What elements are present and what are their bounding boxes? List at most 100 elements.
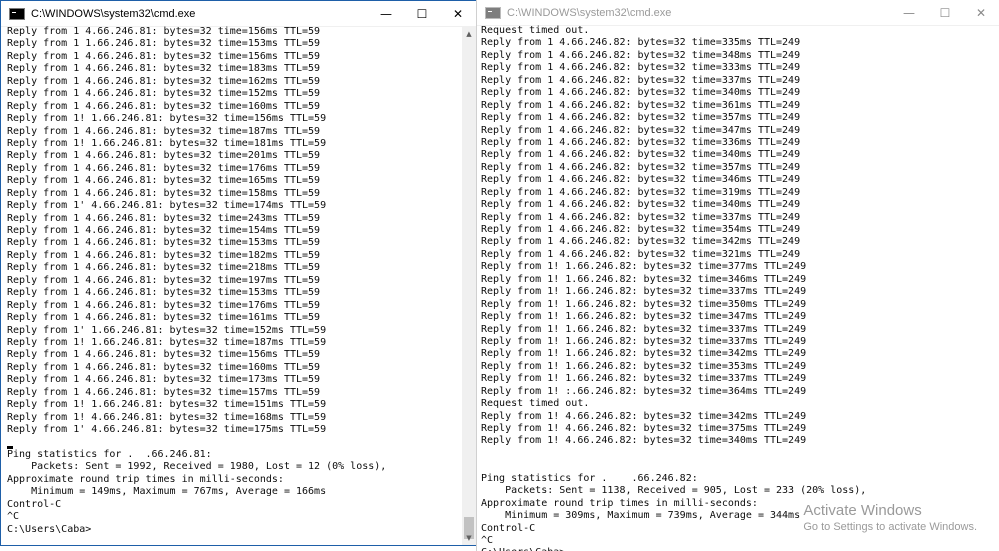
console-line: Reply from 1 4.66.246.82: bytes=32 time=…	[481, 99, 801, 111]
title-bar-right[interactable]: C:\WINDOWS\system32\cmd.exe — ☐ ✕	[477, 0, 999, 26]
console-line: Reply from 1 4.66.246.81: bytes=32 time=…	[7, 225, 321, 236]
watermark-subtitle: Go to Settings to activate Windows.	[803, 521, 977, 533]
close-icon[interactable]: ✕	[440, 1, 476, 26]
console-line: Reply from 1 4.66.246.82: bytes=32 time=…	[481, 49, 801, 61]
console-line: Reply from 1 4.66.246.81: bytes=32 time=…	[7, 274, 321, 286]
cmd-window-right[interactable]: C:\WINDOWS\system32\cmd.exe — ☐ ✕ Reques…	[476, 0, 999, 551]
console-line: Reply from 1 4.66.246.81: bytes=32 time=…	[7, 88, 321, 100]
console-line: Reply from 1' 4.66.246.81: bytes=32 time…	[7, 424, 327, 435]
console-line: Reply from 1 4.66.246.82: bytes=32 time=…	[481, 149, 801, 161]
cmd-window-left[interactable]: C:\WINDOWS\system32\cmd.exe — ☐ ✕ Reply …	[0, 0, 477, 546]
console-line: Reply from 1 4.66.246.82: bytes=32 time=…	[481, 62, 801, 74]
maximize-icon[interactable]: ☐	[927, 0, 963, 25]
scroll-up-icon[interactable]: ▲	[462, 27, 476, 41]
console-line: Reply from 1 4.66.246.81: bytes=32 time=…	[7, 237, 321, 249]
window-controls-right: — ☐ ✕	[891, 0, 999, 25]
console-line: Reply from 1 4.66.246.81: bytes=32 time=…	[7, 386, 321, 398]
console-line: Request timed out.	[481, 25, 590, 36]
scroll-down-icon[interactable]: ▼	[462, 531, 476, 545]
console-stat-line: Ping statistics for . .66.246.82:	[481, 472, 698, 484]
console-output-left[interactable]: Reply from 1 4.66.246.81: bytes=32 time=…	[7, 26, 386, 536]
console-stat-line: ^C	[7, 511, 20, 523]
console-line: Reply from 1 4.66.246.81: bytes=32 time=…	[7, 212, 321, 224]
console-line: Reply from 1 4.66.246.81: bytes=32 time=…	[7, 26, 321, 37]
console-stat-line: C:\Users\Caba>	[481, 547, 866, 551]
console-line: Reply from 1 4.66.246.81: bytes=32 time=…	[7, 75, 321, 87]
console-line: Reply from 1! 1.66.246.82: bytes=32 time…	[481, 360, 807, 372]
console-output-right[interactable]: Request timed out. Reply from 1 4.66.246.…	[481, 25, 866, 551]
console-line: Reply from 1! 1.66.246.82: bytes=32 time…	[481, 311, 807, 323]
console-stat-line	[481, 460, 866, 472]
console-stat-line: C:\Users\Caba>	[7, 523, 92, 535]
minimize-icon[interactable]: —	[891, 0, 927, 25]
console-cursor-line	[7, 436, 386, 449]
console-line: Reply from 1! 1.66.246.82: bytes=32 time…	[481, 323, 807, 335]
console-line: Reply from 1 4.66.246.81: bytes=32 time=…	[7, 312, 321, 324]
console-line: Reply from 1 4.66.246.82: bytes=32 time=…	[481, 211, 801, 223]
console-stat-line: Control-C	[7, 498, 62, 510]
console-line: Reply from 1! 1.66.246.82: bytes=32 time…	[481, 348, 807, 360]
console-line: Reply from 1 4.66.246.82: bytes=32 time=…	[481, 224, 801, 235]
console-line: Reply from 1! 4.66.246.81: bytes=32 time…	[7, 411, 327, 423]
console-line: Reply from 1 4.66.246.82: bytes=32 time=…	[481, 37, 801, 49]
console-line: Reply from 1! 1.66.246.82: bytes=32 time…	[481, 273, 807, 285]
console-line: Reply from 1! 1.66.246.82: bytes=32 time…	[481, 286, 807, 298]
console-line: Reply from 1 4.66.246.81: bytes=32 time=…	[7, 125, 321, 137]
maximize-icon[interactable]: ☐	[404, 1, 440, 26]
console-line: Reply from 1! 1.66.246.81: bytes=32 time…	[7, 336, 327, 348]
console-line: Reply from 1 4.66.246.81: bytes=32 time=…	[7, 100, 321, 112]
console-line: Reply from 1 4.66.246.81: bytes=32 time=…	[7, 63, 321, 75]
console-line: Reply from 1 4.66.246.81: bytes=32 time=…	[7, 150, 321, 162]
console-stat-line	[481, 448, 866, 460]
console-line: Reply from 1 4.66.246.82: bytes=32 time=…	[481, 74, 801, 86]
console-line: Reply from 1 4.66.246.82: bytes=32 time=…	[481, 87, 801, 99]
console-line: Reply from 1! 1.66.246.81: bytes=32 time…	[7, 137, 327, 149]
cmd-app-icon	[9, 7, 25, 20]
console-line: Reply from 1 4.66.246.81: bytes=32 time=…	[7, 287, 321, 299]
console-line: Reply from 1! 1.66.246.81: bytes=32 time…	[7, 399, 327, 411]
console-line: Reply from 1 4.66.246.82: bytes=32 time=…	[481, 161, 801, 173]
console-line: Reply from 1 4.66.246.81: bytes=32 time=…	[7, 361, 321, 373]
console-line: Reply from 1 4.66.246.81: bytes=32 time=…	[7, 162, 321, 174]
title-bar-left[interactable]: C:\WINDOWS\system32\cmd.exe — ☐ ✕	[1, 1, 476, 27]
console-line: Reply from 1 4.66.246.82: bytes=32 time=…	[481, 199, 801, 211]
window-title-right: C:\WINDOWS\system32\cmd.exe	[507, 6, 672, 19]
console-line: Reply from 1! 4.66.246.82: bytes=32 time…	[481, 423, 807, 434]
console-stat-line: Approximate round trip times in milli-se…	[7, 473, 284, 485]
console-line: Reply from 1! 4.66.246.82: bytes=32 time…	[481, 410, 807, 422]
console-line: Reply from 1 4.66.246.82: bytes=32 time=…	[481, 174, 801, 186]
console-line: Reply from 1! 1.66.246.82: bytes=32 time…	[481, 298, 807, 310]
console-line: Reply from 1 4.66.246.82: bytes=32 time=…	[481, 248, 801, 260]
console-line: Reply from 1 4.66.246.82: bytes=32 time=…	[481, 236, 801, 248]
console-line: Reply from 1 4.66.246.81: bytes=32 time=…	[7, 249, 321, 261]
console-line: Reply from 1' 4.66.246.81: bytes=32 time…	[7, 200, 327, 212]
console-stat-line: Packets: Sent = 1992, Received = 1980, L…	[7, 461, 387, 473]
console-stat-line: ^C	[481, 534, 494, 546]
console-line: Reply from 1! 4.66.246.82: bytes=32 time…	[481, 435, 807, 447]
scrollbar-left[interactable]: ▲ ▼	[462, 27, 476, 545]
console-line: Reply from 1! 1.66.246.81: bytes=32 time…	[7, 113, 327, 125]
console-line: Reply from 1' 1.66.246.81: bytes=32 time…	[7, 324, 327, 336]
console-line: Reply from 1 4.66.246.82: bytes=32 time=…	[481, 186, 801, 198]
console-line: Reply from 1! :.66.246.82: bytes=32 time…	[481, 385, 807, 397]
close-icon[interactable]: ✕	[963, 0, 999, 25]
console-line: Reply from 1! 1.66.246.82: bytes=32 time…	[481, 373, 807, 385]
console-line: Reply from 1! 1.66.246.82: bytes=32 time…	[481, 261, 807, 273]
cmd-app-icon	[485, 6, 501, 19]
console-stat-line: Packets: Sent = 1138, Received = 905, Lo…	[481, 485, 867, 497]
minimize-icon[interactable]: —	[368, 1, 404, 26]
window-title-left: C:\WINDOWS\system32\cmd.exe	[31, 7, 196, 20]
console-stat-line: Minimum = 149ms, Maximum = 767ms, Averag…	[7, 486, 327, 498]
activate-windows-watermark: Activate Windows Go to Settings to activ…	[803, 502, 977, 533]
console-line: Reply from 1 4.66.246.82: bytes=32 time=…	[481, 136, 801, 148]
console-line: Reply from 1 4.66.246.82: bytes=32 time=…	[481, 112, 801, 124]
console-line: Reply from 1 4.66.246.81: bytes=32 time=…	[7, 50, 321, 62]
console-line: Request timed out.	[481, 398, 590, 410]
console-line: Reply from 1 4.66.246.81: bytes=32 time=…	[7, 374, 321, 386]
console-line: Reply from 1 4.66.246.81: bytes=32 time=…	[7, 175, 321, 187]
console-line: Reply from 1 4.66.246.81: bytes=32 time=…	[7, 349, 321, 361]
console-line: Reply from 1 1.66.246.81: bytes=32 time=…	[7, 38, 321, 50]
console-stat-line: Ping statistics for . .66.246.81:	[7, 448, 212, 460]
console-line: Reply from 1 4.66.246.81: bytes=32 time=…	[7, 299, 321, 311]
console-line: Reply from 1 4.66.246.81: bytes=32 time=…	[7, 262, 321, 274]
